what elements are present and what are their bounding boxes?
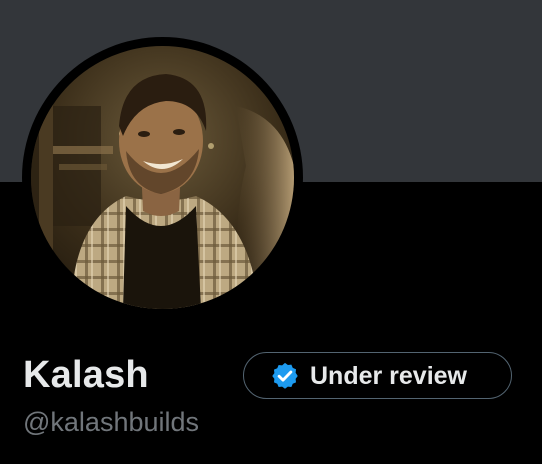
under-review-button[interactable]: Under review (243, 352, 512, 399)
verified-badge-icon (270, 361, 300, 391)
user-handle: @kalashbuilds (23, 407, 200, 437)
under-review-label: Under review (310, 361, 468, 390)
display-name: Kalash (23, 354, 149, 396)
avatar[interactable] (31, 46, 294, 309)
avatar-photo (31, 46, 294, 309)
